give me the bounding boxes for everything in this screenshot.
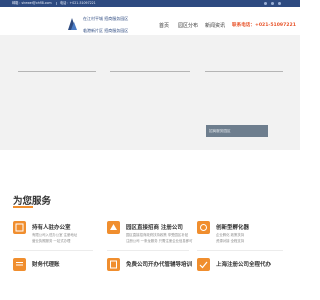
row-divider <box>13 250 93 251</box>
service-desc: 企业孵化 政策扶持 资源对接 全程支持 <box>216 233 245 243</box>
header-tagline-line2: 临港新片区 招商服务园区 <box>83 28 129 33</box>
service-title[interactable]: 免费公司开办代管辅导培训 <box>126 260 192 268</box>
phone-text: 电话：+021-51097221 <box>60 1 96 5</box>
services-title-underline <box>13 206 33 208</box>
header-tagline-line1: 在江村平城 招商服务园区 <box>83 16 129 21</box>
service-title[interactable]: 财务代理账 <box>32 260 60 268</box>
hero-rule <box>205 71 283 72</box>
row-divider <box>197 250 283 251</box>
office-icon <box>13 221 26 234</box>
nav-news[interactable]: 新闻资讯 <box>205 22 225 29</box>
training-icon <box>107 258 120 271</box>
park-icon <box>107 221 120 234</box>
hotline-text: 联系电话：+021-51097221 <box>232 23 296 28</box>
weixin-icon[interactable] <box>264 2 267 5</box>
nav-park-distribution[interactable]: 园区分布 <box>178 22 198 29</box>
email-text: 邮箱：shewei@xhfl8.com <box>12 1 52 5</box>
top-contact-bar: 邮箱：shewei@xhfl8.com 电话：+021-51097221 <box>0 0 300 7</box>
service-desc: 园区直接招商政府扶持政策 享受园区补贴 注册公司 一条龙服务 只需注册企业信息即可 <box>126 233 193 243</box>
service-desc: 有限公司入驻办公室 注册地址 营业执照服务 一站式办理 <box>32 233 78 243</box>
hero-rule <box>110 71 190 72</box>
service-title[interactable]: 上海注册公司全程代办 <box>216 260 271 268</box>
service-title[interactable]: 园区直接招商 注册公司 <box>126 223 183 231</box>
service-title[interactable]: 创新型孵化器 <box>216 223 249 231</box>
service-title[interactable]: 持有人驻办公室 <box>32 223 71 231</box>
hero-rule <box>18 71 96 72</box>
incubator-icon <box>197 221 210 234</box>
qq-icon[interactable] <box>278 2 281 5</box>
weibo-icon[interactable] <box>271 2 274 5</box>
topbar-divider <box>56 2 57 5</box>
hero-banner: 招商服务园区 <box>0 35 300 150</box>
services-title: 为您服务 <box>13 196 52 207</box>
finance-icon <box>13 258 26 271</box>
logo-icon[interactable] <box>66 16 78 32</box>
row-divider <box>107 250 189 251</box>
hero-tag[interactable]: 招商服务园区 <box>206 125 268 137</box>
register-icon <box>197 258 210 271</box>
nav-home[interactable]: 首页 <box>159 22 169 29</box>
